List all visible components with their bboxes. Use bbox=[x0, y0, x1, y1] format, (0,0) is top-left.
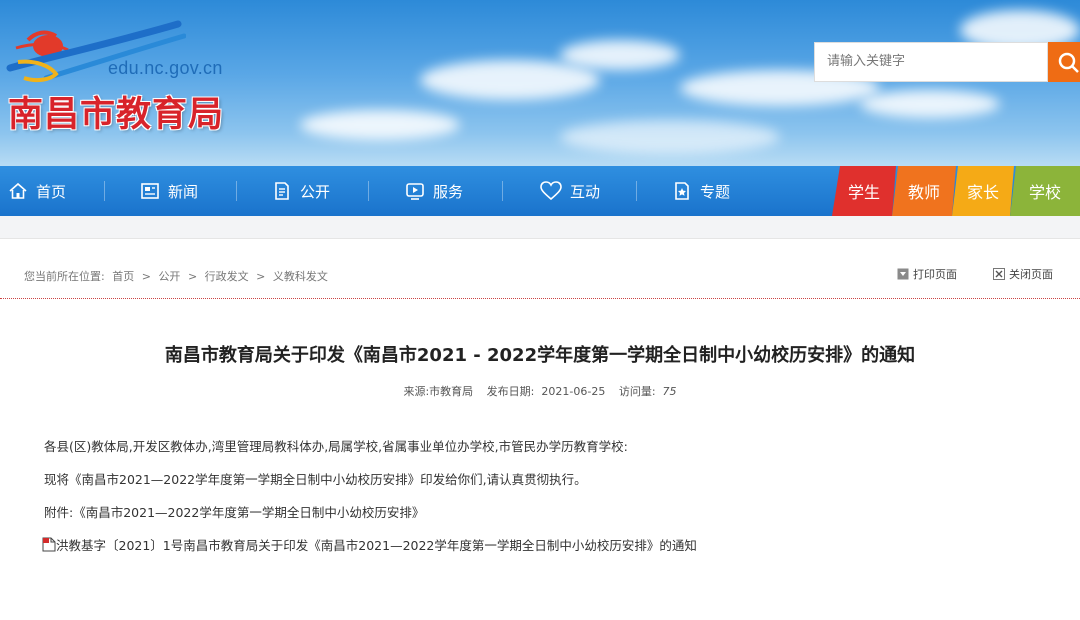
tab-student[interactable]: 学生 bbox=[832, 166, 896, 216]
nav-divider bbox=[236, 181, 237, 201]
close-page-label: 关闭页面 bbox=[1009, 268, 1053, 281]
nav-label: 服务 bbox=[433, 182, 464, 201]
breadcrumb-item-public[interactable]: 公开 bbox=[158, 270, 180, 283]
cloud-decoration bbox=[300, 110, 460, 140]
breadcrumb-item-compulsory-edu-docs[interactable]: 义教科发文 bbox=[273, 270, 328, 283]
cloud-decoration bbox=[560, 40, 680, 70]
breadcrumb-separator: > bbox=[141, 270, 151, 283]
source-value: 市教育局 bbox=[429, 385, 474, 398]
views-label: 访问量: bbox=[618, 385, 656, 398]
heart-icon bbox=[540, 181, 562, 201]
print-icon bbox=[897, 268, 909, 280]
breadcrumb-prefix: 您当前所在位置: bbox=[24, 270, 105, 283]
breadcrumb-item-admin-docs[interactable]: 行政发文 bbox=[205, 270, 249, 283]
service-icon bbox=[406, 183, 424, 200]
search-button[interactable] bbox=[1048, 42, 1080, 82]
article-paragraph: 各县(区)教体局,开发区教体办,湾里管理局教科体办,局属学校,省属事业单位办学校… bbox=[44, 439, 628, 454]
nav-label: 专题 bbox=[700, 182, 731, 201]
source-label: 来源: bbox=[403, 385, 430, 398]
close-page-button[interactable]: 关闭页面 bbox=[993, 266, 1053, 282]
attachment-label: 洪教基字〔2021〕1号南昌市教育局关于印发《南昌市2021—2022学年度第一… bbox=[56, 538, 697, 553]
tab-school[interactable]: 学校 bbox=[1010, 166, 1080, 216]
document-icon bbox=[275, 182, 289, 200]
site-name: 南昌市教育局 bbox=[8, 95, 225, 135]
breadcrumb: 您当前所在位置: 首页 > 公开 > 行政发文 > 义教科发文 bbox=[24, 268, 336, 284]
views-value: 75 bbox=[662, 385, 677, 398]
site-logo[interactable]: edu.nc.gov.cn 南昌市教育局 bbox=[6, 18, 246, 136]
print-page-button[interactable]: 打印页面 bbox=[897, 266, 957, 282]
breadcrumb-separator: > bbox=[187, 270, 198, 283]
nav-divider bbox=[368, 181, 369, 201]
nav-divider bbox=[636, 181, 637, 201]
breadcrumb-item-home[interactable]: 首页 bbox=[112, 270, 134, 283]
nav-divider bbox=[502, 181, 503, 201]
tab-teacher[interactable]: 教师 bbox=[892, 166, 956, 216]
article-paragraph: 现将《南昌市2021—2022学年度第一学期全日制中小幼校历安排》印发给你们,请… bbox=[44, 472, 587, 487]
divider bbox=[0, 298, 1080, 299]
cloud-decoration bbox=[860, 90, 1000, 118]
breadcrumb-separator: > bbox=[256, 270, 266, 283]
print-page-label: 打印页面 bbox=[913, 268, 957, 281]
article-paragraph: 附件:《南昌市2021—2022学年度第一学期全日制中小幼校历安排》 bbox=[44, 505, 425, 520]
topic-icon bbox=[675, 182, 689, 200]
home-icon bbox=[9, 182, 27, 199]
cloud-decoration bbox=[560, 120, 780, 154]
nav-item-public[interactable]: 公开 bbox=[272, 166, 330, 216]
nav-label: 互动 bbox=[570, 182, 601, 201]
cloud-decoration bbox=[420, 60, 600, 100]
date-label: 发布日期: bbox=[486, 385, 535, 398]
close-icon bbox=[993, 268, 1005, 280]
site-domain: edu.nc.gov.cn bbox=[108, 58, 223, 78]
nav-divider bbox=[104, 181, 105, 201]
attachment-link[interactable]: 洪教基字〔2021〕1号南昌市教育局关于印发《南昌市2021—2022学年度第一… bbox=[42, 535, 697, 554]
article-title: 南昌市教育局关于印发《南昌市2021 - 2022学年度第一学期全日制中小幼校历… bbox=[164, 345, 916, 366]
tab-parent[interactable]: 家长 bbox=[952, 166, 1014, 216]
nav-label: 首页 bbox=[36, 182, 67, 201]
nav-item-home[interactable]: 首页 bbox=[8, 166, 66, 216]
pdf-file-icon bbox=[42, 537, 56, 552]
nav-item-service[interactable]: 服务 bbox=[405, 166, 463, 216]
header-banner: edu.nc.gov.cn 南昌市教育局 请输入关键字 bbox=[0, 0, 1080, 166]
nav-item-news[interactable]: 新闻 bbox=[140, 166, 198, 216]
nav-item-interact[interactable]: 互动 bbox=[540, 166, 600, 216]
content-top-strip bbox=[0, 216, 1080, 239]
nav-label: 公开 bbox=[300, 182, 331, 201]
news-icon bbox=[141, 183, 159, 199]
date-value: 2021-06-25 bbox=[541, 385, 606, 398]
nav-item-topic[interactable]: 专题 bbox=[672, 166, 730, 216]
nav-label: 新闻 bbox=[168, 182, 199, 201]
search-icon bbox=[1058, 52, 1079, 73]
search-input[interactable]: 请输入关键字 bbox=[814, 42, 1048, 82]
article-meta: 来源:市教育局 发布日期: 2021-06-25 访问量: 75 bbox=[0, 383, 1080, 399]
